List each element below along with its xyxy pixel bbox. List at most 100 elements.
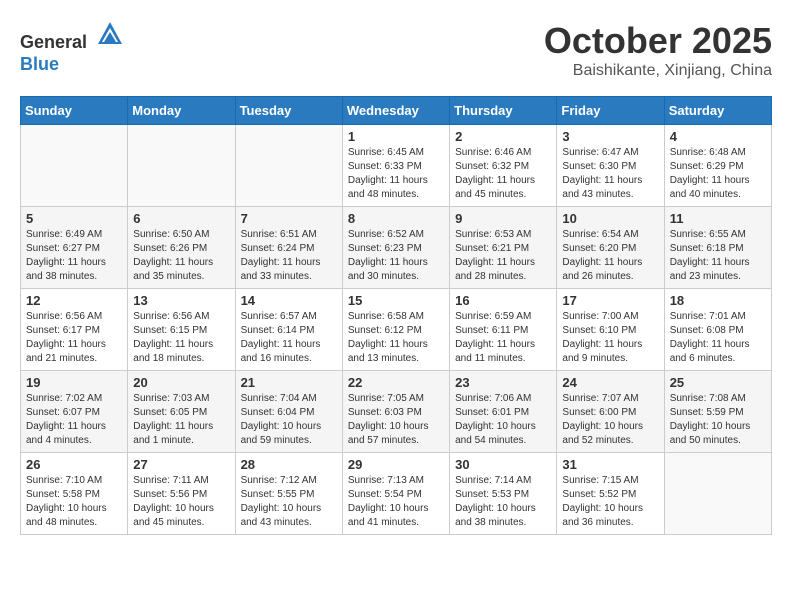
day-of-week-header: Friday xyxy=(557,97,664,125)
day-number: 24 xyxy=(562,375,658,390)
calendar-week-row: 5 Sunrise: 6:49 AM Sunset: 6:27 PM Daylig… xyxy=(21,207,772,289)
day-info: Sunrise: 6:47 AM Sunset: 6:30 PM Dayligh… xyxy=(562,146,658,202)
day-info: Sunrise: 6:52 AM Sunset: 6:23 PM Dayligh… xyxy=(348,228,444,284)
day-of-week-header: Tuesday xyxy=(235,97,342,125)
day-info: Sunrise: 7:03 AM Sunset: 6:05 PM Dayligh… xyxy=(133,392,229,448)
title-block: October 2025 Baishikante, Xinjiang, Chin… xyxy=(544,20,772,80)
day-info: Sunrise: 6:46 AM Sunset: 6:32 PM Dayligh… xyxy=(455,146,551,202)
day-info: Sunrise: 7:04 AM Sunset: 6:04 PM Dayligh… xyxy=(241,392,337,448)
day-info: Sunrise: 6:48 AM Sunset: 6:29 PM Dayligh… xyxy=(670,146,766,202)
calendar-cell: 29 Sunrise: 7:13 AM Sunset: 5:54 PM Dayli… xyxy=(342,453,449,535)
calendar-week-row: 26 Sunrise: 7:10 AM Sunset: 5:58 PM Dayli… xyxy=(21,453,772,535)
day-number: 2 xyxy=(455,129,551,144)
calendar-week-row: 12 Sunrise: 6:56 AM Sunset: 6:17 PM Dayli… xyxy=(21,289,772,371)
day-number: 3 xyxy=(562,129,658,144)
day-number: 23 xyxy=(455,375,551,390)
calendar-cell: 4 Sunrise: 6:48 AM Sunset: 6:29 PM Daylig… xyxy=(664,125,771,207)
calendar-cell: 2 Sunrise: 6:46 AM Sunset: 6:32 PM Daylig… xyxy=(450,125,557,207)
day-info: Sunrise: 7:10 AM Sunset: 5:58 PM Dayligh… xyxy=(26,474,122,530)
calendar-cell: 6Sunrise: 6:50 AM Sunset: 6:26 PM Daylig… xyxy=(128,207,235,289)
calendar-cell: 22 Sunrise: 7:05 AM Sunset: 6:03 PM Dayli… xyxy=(342,371,449,453)
day-info: Sunrise: 7:05 AM Sunset: 6:03 PM Dayligh… xyxy=(348,392,444,448)
day-number: 10 xyxy=(562,211,658,226)
day-info: Sunrise: 7:15 AM Sunset: 5:52 PM Dayligh… xyxy=(562,474,658,530)
calendar-cell: 25Sunrise: 7:08 AM Sunset: 5:59 PM Dayli… xyxy=(664,371,771,453)
day-number: 8 xyxy=(348,211,444,226)
day-number: 12 xyxy=(26,293,122,308)
page-header: General Blue October 2025 Baishikante, X… xyxy=(20,20,772,80)
day-number: 21 xyxy=(241,375,337,390)
calendar-cell: 23 Sunrise: 7:06 AM Sunset: 6:01 PM Dayli… xyxy=(450,371,557,453)
day-info: Sunrise: 7:13 AM Sunset: 5:54 PM Dayligh… xyxy=(348,474,444,530)
day-of-week-header: Sunday xyxy=(21,97,128,125)
calendar-cell: 15 Sunrise: 6:58 AM Sunset: 6:12 PM Dayli… xyxy=(342,289,449,371)
day-number: 15 xyxy=(348,293,444,308)
calendar-cell: 30 Sunrise: 7:14 AM Sunset: 5:53 PM Dayli… xyxy=(450,453,557,535)
day-number: 14 xyxy=(241,293,337,308)
day-number: 25 xyxy=(670,375,766,390)
calendar-cell xyxy=(235,125,342,207)
calendar-cell: 26 Sunrise: 7:10 AM Sunset: 5:58 PM Dayli… xyxy=(21,453,128,535)
day-of-week-header: Wednesday xyxy=(342,97,449,125)
day-number: 28 xyxy=(241,457,337,472)
calendar-cell: 12 Sunrise: 6:56 AM Sunset: 6:17 PM Dayli… xyxy=(21,289,128,371)
day-info: Sunrise: 7:00 AM Sunset: 6:10 PM Dayligh… xyxy=(562,310,658,366)
day-info: Sunrise: 7:14 AM Sunset: 5:53 PM Dayligh… xyxy=(455,474,551,530)
calendar-cell: 19 Sunrise: 7:02 AM Sunset: 6:07 PM Dayli… xyxy=(21,371,128,453)
day-of-week-header: Monday xyxy=(128,97,235,125)
calendar-cell xyxy=(128,125,235,207)
calendar-cell: 1Sunrise: 6:45 AM Sunset: 6:33 PM Daylig… xyxy=(342,125,449,207)
day-number: 7 xyxy=(241,211,337,226)
calendar-cell: 10Sunrise: 6:54 AM Sunset: 6:20 PM Dayli… xyxy=(557,207,664,289)
logo-general: General xyxy=(20,32,87,52)
day-of-week-header: Saturday xyxy=(664,97,771,125)
day-number: 17 xyxy=(562,293,658,308)
calendar-cell: 9 Sunrise: 6:53 AM Sunset: 6:21 PM Daylig… xyxy=(450,207,557,289)
calendar-cell: 7 Sunrise: 6:51 AM Sunset: 6:24 PM Daylig… xyxy=(235,207,342,289)
day-info: Sunrise: 6:51 AM Sunset: 6:24 PM Dayligh… xyxy=(241,228,337,284)
day-info: Sunrise: 6:53 AM Sunset: 6:21 PM Dayligh… xyxy=(455,228,551,284)
calendar-cell: 16Sunrise: 6:59 AM Sunset: 6:11 PM Dayli… xyxy=(450,289,557,371)
day-number: 4 xyxy=(670,129,766,144)
day-info: Sunrise: 7:02 AM Sunset: 6:07 PM Dayligh… xyxy=(26,392,122,448)
logo: General Blue xyxy=(20,20,124,75)
calendar-cell: 24 Sunrise: 7:07 AM Sunset: 6:00 PM Dayli… xyxy=(557,371,664,453)
calendar-cell: 27 Sunrise: 7:11 AM Sunset: 5:56 PM Dayli… xyxy=(128,453,235,535)
month-title: October 2025 xyxy=(544,20,772,62)
day-number: 27 xyxy=(133,457,229,472)
day-info: Sunrise: 7:11 AM Sunset: 5:56 PM Dayligh… xyxy=(133,474,229,530)
day-number: 29 xyxy=(348,457,444,472)
calendar-cell: 11Sunrise: 6:55 AM Sunset: 6:18 PM Dayli… xyxy=(664,207,771,289)
day-info: Sunrise: 6:56 AM Sunset: 6:17 PM Dayligh… xyxy=(26,310,122,366)
day-info: Sunrise: 6:55 AM Sunset: 6:18 PM Dayligh… xyxy=(670,228,766,284)
calendar-cell: 3 Sunrise: 6:47 AM Sunset: 6:30 PM Daylig… xyxy=(557,125,664,207)
calendar-cell: 18Sunrise: 7:01 AM Sunset: 6:08 PM Dayli… xyxy=(664,289,771,371)
day-info: Sunrise: 7:12 AM Sunset: 5:55 PM Dayligh… xyxy=(241,474,337,530)
day-number: 22 xyxy=(348,375,444,390)
calendar-cell: 17 Sunrise: 7:00 AM Sunset: 6:10 PM Dayli… xyxy=(557,289,664,371)
day-info: Sunrise: 6:45 AM Sunset: 6:33 PM Dayligh… xyxy=(348,146,444,202)
day-info: Sunrise: 6:50 AM Sunset: 6:26 PM Dayligh… xyxy=(133,228,229,284)
day-info: Sunrise: 7:07 AM Sunset: 6:00 PM Dayligh… xyxy=(562,392,658,448)
day-of-week-header: Thursday xyxy=(450,97,557,125)
day-info: Sunrise: 6:49 AM Sunset: 6:27 PM Dayligh… xyxy=(26,228,122,284)
day-number: 9 xyxy=(455,211,551,226)
calendar-cell xyxy=(664,453,771,535)
calendar-week-row: 1Sunrise: 6:45 AM Sunset: 6:33 PM Daylig… xyxy=(21,125,772,207)
calendar-cell: 14 Sunrise: 6:57 AM Sunset: 6:14 PM Dayli… xyxy=(235,289,342,371)
day-number: 19 xyxy=(26,375,122,390)
calendar-cell: 8 Sunrise: 6:52 AM Sunset: 6:23 PM Daylig… xyxy=(342,207,449,289)
location: Baishikante, Xinjiang, China xyxy=(544,62,772,80)
calendar-cell: 20Sunrise: 7:03 AM Sunset: 6:05 PM Dayli… xyxy=(128,371,235,453)
day-info: Sunrise: 6:58 AM Sunset: 6:12 PM Dayligh… xyxy=(348,310,444,366)
logo-blue: Blue xyxy=(20,54,59,74)
day-info: Sunrise: 7:06 AM Sunset: 6:01 PM Dayligh… xyxy=(455,392,551,448)
day-number: 30 xyxy=(455,457,551,472)
calendar-cell: 5 Sunrise: 6:49 AM Sunset: 6:27 PM Daylig… xyxy=(21,207,128,289)
calendar-cell: 21 Sunrise: 7:04 AM Sunset: 6:04 PM Dayli… xyxy=(235,371,342,453)
day-number: 26 xyxy=(26,457,122,472)
logo-icon xyxy=(96,20,124,48)
day-number: 5 xyxy=(26,211,122,226)
day-info: Sunrise: 6:57 AM Sunset: 6:14 PM Dayligh… xyxy=(241,310,337,366)
day-number: 31 xyxy=(562,457,658,472)
